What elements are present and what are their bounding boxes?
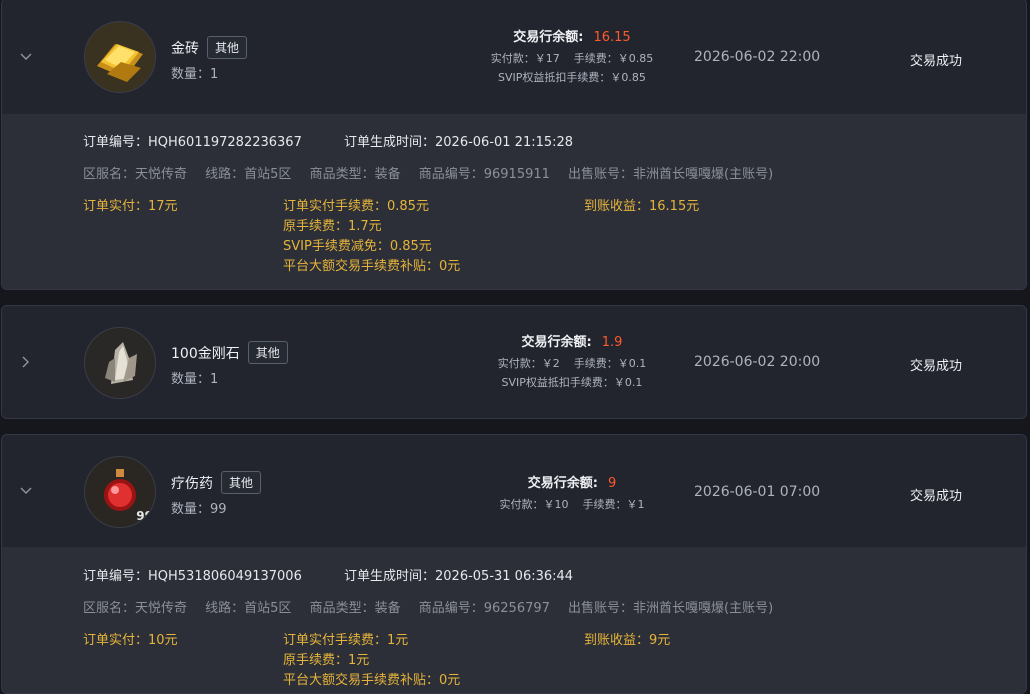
order-card: 金砖 其他 数量：1 交易行余额: 16.15 实付款：￥17 手续费：￥0.85 … <box>1 0 1027 290</box>
server-line: 线路：首站5区 <box>205 601 292 616</box>
balance-value: 16.15 <box>593 30 631 45</box>
paid-amount: 实付款：￥10 <box>499 498 569 511</box>
platform-subsidy: 平台大额交易手续费补贴：0元 <box>283 673 461 688</box>
item-thumbnail: 99 <box>84 456 156 528</box>
server-name: 区服名：天悦传奇 <box>83 601 188 616</box>
svip-fee-reduction: SVIP手续费减免：0.85元 <box>283 239 432 254</box>
item-name-row: 100金刚石 其他 <box>171 341 288 364</box>
trade-time: 2026-06-01 07:00 <box>694 484 821 500</box>
income: 到账收益：16.15元 <box>584 199 700 214</box>
goods-number: 商品编号：96256797 <box>418 601 550 616</box>
original-fee: 原手续费：1.7元 <box>283 219 382 234</box>
goods-number: 商品编号：96915911 <box>418 167 550 182</box>
detail-row-meta: 区服名：天悦传奇 线路：首站5区 商品类型：装备 商品编号：96915911 出… <box>83 163 773 182</box>
order-summary[interactable]: 100金刚石 其他 数量：1 交易行余额: 1.9 实付款：￥2 手续费：￥0.1 … <box>2 306 1026 418</box>
income: 到账收益：9元 <box>584 633 671 648</box>
platform-subsidy: 平台大额交易手续费补贴：0元 <box>283 259 461 274</box>
thumb-quantity-badge: 99 <box>136 509 153 523</box>
trade-time: 2026-06-02 20:00 <box>694 354 821 370</box>
item-name-row: 金砖 其他 <box>171 36 248 59</box>
item-name-row: 疗伤药 其他 <box>171 471 262 494</box>
balance-label: 交易行余额: <box>513 30 584 45</box>
balance-value: 9 <box>607 476 617 491</box>
balance-block: 交易行余额: 9 实付款：￥10 手续费：￥1 <box>422 472 722 512</box>
order-number: 订单编号：HQH531806049137006 <box>83 569 302 584</box>
chevron-down-icon[interactable] <box>16 47 36 67</box>
item-thumbnail <box>84 21 156 93</box>
order-summary[interactable]: 99 疗伤药 其他 数量：99 交易行余额: 9 实付款：￥10 手续费：￥1 20… <box>2 435 1026 547</box>
category-tag[interactable]: 其他 <box>221 471 262 494</box>
item-name: 疗伤药 <box>171 475 213 492</box>
balance-block: 交易行余额: 16.15 实付款：￥17 手续费：￥0.85 SVIP权益抵扣手续费… <box>422 26 722 85</box>
detail-row-meta: 区服名：天悦传奇 线路：首站5区 商品类型：装备 商品编号：96256797 出… <box>83 597 773 616</box>
category-tag[interactable]: 其他 <box>247 341 288 364</box>
order-paid: 订单实付：17元 <box>83 199 178 214</box>
svip-deduction: SVIP权益抵扣手续费：￥0.1 <box>501 376 643 389</box>
item-name: 金砖 <box>171 40 199 57</box>
item-name: 100金刚石 <box>171 345 240 362</box>
goods-type: 商品类型：装备 <box>309 601 401 616</box>
goods-type: 商品类型：装备 <box>309 167 401 182</box>
order-paid: 订单实付：10元 <box>83 633 178 648</box>
server-line: 线路：首站5区 <box>205 167 292 182</box>
fee-paid: 订单实付手续费：1元 <box>283 633 409 648</box>
chevron-right-icon[interactable] <box>16 352 36 372</box>
seller-account: 出售账号：非洲酋长嘎嘎爆(主账号) <box>568 601 774 616</box>
svip-deduction: SVIP权益抵扣手续费：￥0.85 <box>498 71 646 84</box>
trade-time: 2026-06-02 22:00 <box>694 49 821 65</box>
order-summary[interactable]: 金砖 其他 数量：1 交易行余额: 16.15 实付款：￥17 手续费：￥0.85 … <box>2 0 1026 114</box>
paid-amount: 实付款：￥2 <box>497 357 560 370</box>
order-number: 订单编号：HQH601197282236367 <box>83 135 302 150</box>
trade-status: 交易成功 <box>910 489 963 504</box>
balance-value: 1.9 <box>601 335 623 350</box>
balance-block: 交易行余额: 1.9 实付款：￥2 手续费：￥0.1 SVIP权益抵扣手续费：￥0.… <box>422 331 722 390</box>
paid-amount: 实付款：￥17 <box>490 52 560 65</box>
order-card: 100金刚石 其他 数量：1 交易行余额: 1.9 实付款：￥2 手续费：￥0.1 … <box>1 305 1027 419</box>
chevron-down-icon[interactable] <box>16 481 36 501</box>
fee-amount: 手续费：￥0.85 <box>573 52 654 65</box>
order-card: 99 疗伤药 其他 数量：99 交易行余额: 9 实付款：￥10 手续费：￥1 20… <box>1 434 1027 694</box>
order-created-time: 订单生成时间：2026-05-31 06:36:44 <box>344 569 574 584</box>
detail-row-ids: 订单编号：HQH601197282236367 订单生成时间：2026-06-0… <box>83 131 573 150</box>
quantity: 数量：1 <box>171 372 219 387</box>
quantity: 数量：1 <box>171 67 219 82</box>
order-detail: 订单编号：HQH601197282236367 订单生成时间：2026-06-0… <box>2 114 1026 289</box>
balance-label: 交易行余额: <box>527 476 598 491</box>
seller-account: 出售账号：非洲酋长嘎嘎爆(主账号) <box>568 167 774 182</box>
fee-amount: 手续费：￥1 <box>582 498 645 511</box>
balance-label: 交易行余额: <box>521 335 592 350</box>
detail-row-ids: 订单编号：HQH531806049137006 订单生成时间：2026-05-3… <box>83 565 573 584</box>
order-detail: 订单编号：HQH531806049137006 订单生成时间：2026-05-3… <box>2 547 1026 693</box>
original-fee: 原手续费：1元 <box>283 653 370 668</box>
fee-amount: 手续费：￥0.1 <box>573 357 647 370</box>
quantity: 数量：99 <box>171 502 227 517</box>
item-thumbnail <box>84 327 156 399</box>
trade-status: 交易成功 <box>910 54 963 69</box>
server-name: 区服名：天悦传奇 <box>83 167 188 182</box>
category-tag[interactable]: 其他 <box>207 36 248 59</box>
fee-paid: 订单实付手续费：0.85元 <box>283 199 429 214</box>
order-created-time: 订单生成时间：2026-06-01 21:15:28 <box>344 135 574 150</box>
trade-status: 交易成功 <box>910 359 963 374</box>
